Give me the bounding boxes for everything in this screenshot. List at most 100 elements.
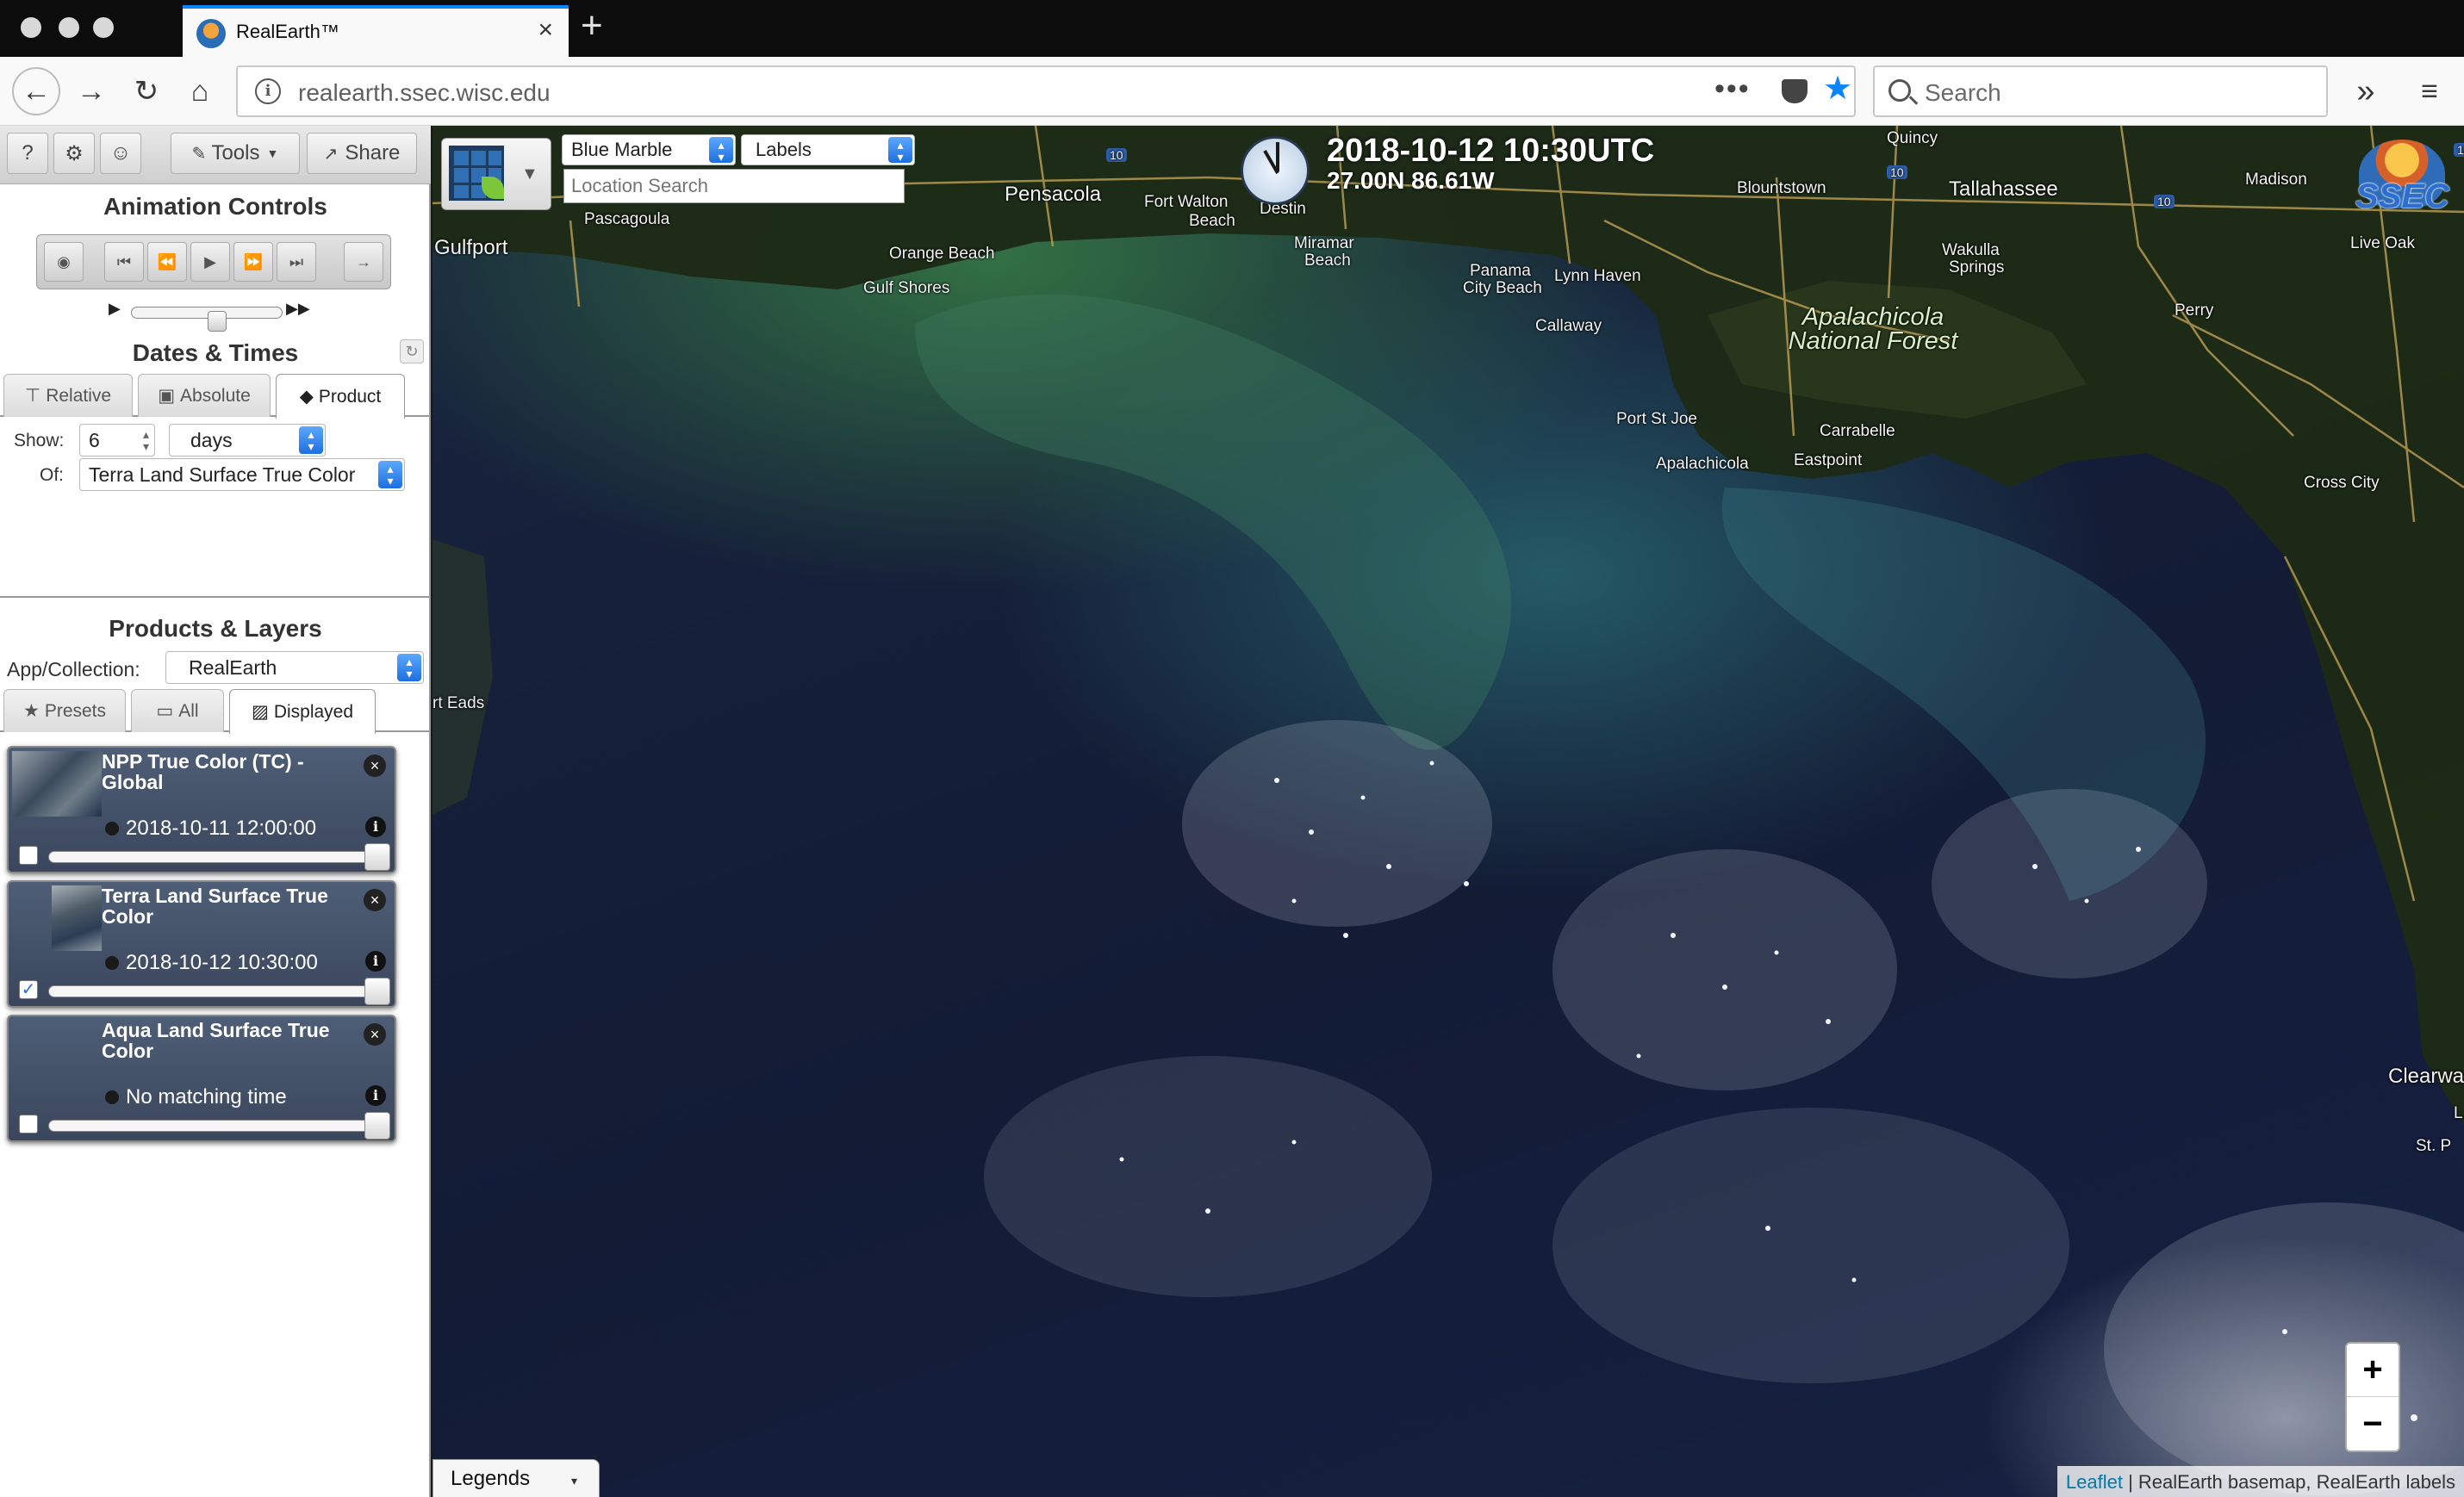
maximize-window-icon[interactable]	[93, 17, 114, 38]
layer-visibility-checkbox[interactable]	[19, 846, 38, 865]
browser-titlebar: RealEarth™ × +	[0, 0, 2464, 57]
layer-thumbnail	[52, 885, 102, 951]
play-button[interactable]: ▶	[190, 242, 230, 282]
chevron-updown-icon: ▴ ▾	[397, 654, 421, 681]
reload-button[interactable]: ↻	[126, 71, 167, 112]
info-icon[interactable]: i	[365, 951, 386, 972]
basemap-select[interactable]: Blue Marble ▴ ▾	[562, 134, 736, 165]
show-count-input[interactable]: 6 ▴ ▾	[79, 424, 155, 457]
minimize-window-icon[interactable]	[59, 17, 79, 38]
labels-select[interactable]: Labels ▴ ▾	[741, 134, 915, 165]
tab-all[interactable]: ▭ All	[131, 689, 224, 732]
opacity-slider[interactable]	[48, 978, 390, 1005]
place-label: Cross City	[2304, 474, 2380, 492]
opacity-slider-knob[interactable]	[364, 978, 390, 1005]
place-label: Beach	[1189, 212, 1235, 230]
opacity-slider-knob[interactable]	[364, 1112, 390, 1140]
layer-time: No matching time	[105, 1085, 287, 1109]
layer-card-terra[interactable]: Terra Land Surface True Color × 2018-10-…	[7, 880, 396, 1008]
screen: RealEarth™ × + ← → ↻ ⌂ i realearth.ssec.…	[0, 0, 2464, 1497]
tools-button[interactable]: ✎ Tools ▼	[171, 133, 300, 174]
overflow-icon[interactable]: »	[2345, 71, 2386, 112]
refresh-icon[interactable]: ↻	[400, 339, 424, 363]
opacity-slider[interactable]	[48, 843, 390, 871]
speed-slider-knob[interactable]	[208, 311, 227, 332]
fast-icon: ▶▶	[286, 300, 310, 317]
layer-visibility-checkbox[interactable]: ✓	[19, 980, 38, 999]
leaflet-link[interactable]: Leaflet	[2066, 1471, 2123, 1493]
place-label: Lynn Haven	[1554, 267, 1641, 285]
page-actions-icon[interactable]: •••	[1714, 72, 1751, 106]
place-label: Quincy	[1887, 129, 1938, 147]
layer-card-npp[interactable]: NPP True Color (TC) - Global × 2018-10-1…	[7, 746, 396, 873]
location-search-input[interactable]	[563, 169, 905, 203]
opacity-slider[interactable]	[48, 1112, 390, 1140]
dates-times-tabs: ⊤ Relative ▣ Absolute ◆ Product	[0, 374, 431, 419]
opacity-slider-knob[interactable]	[364, 843, 390, 871]
layer-name: Terra Land Surface True Color	[102, 885, 328, 928]
speed-control: ▶ ▶▶	[109, 298, 315, 332]
info-icon[interactable]: i	[365, 1085, 386, 1106]
dates-times-title: Dates & Times	[132, 339, 299, 366]
tab-displayed[interactable]: ▨ Displayed	[229, 689, 376, 734]
forward-button[interactable]: →	[71, 71, 112, 112]
first-frame-button[interactable]: ⏮	[104, 242, 144, 282]
folder-icon: ▭	[156, 701, 174, 721]
remove-layer-icon[interactable]: ×	[364, 755, 386, 777]
jump-latest-button[interactable]: →	[344, 242, 383, 282]
share-button[interactable]: ↗ Share	[307, 133, 417, 174]
user-button[interactable]: ☺	[100, 133, 141, 174]
layer-visibility-checkbox[interactable]	[19, 1115, 38, 1134]
pocket-icon[interactable]	[1782, 79, 1808, 103]
last-frame-button[interactable]: ⏭	[277, 242, 316, 282]
new-tab-icon[interactable]: +	[581, 7, 603, 45]
remove-layer-icon[interactable]: ×	[364, 889, 386, 911]
bookmark-star-icon[interactable]: ★	[1823, 72, 1852, 105]
url-bar[interactable]: i realearth.ssec.wisc.edu ••• ★	[236, 65, 1856, 117]
home-button[interactable]: ⌂	[179, 71, 221, 112]
place-label: Eastpoint	[1794, 451, 1863, 469]
close-tab-icon[interactable]: ×	[538, 17, 553, 43]
chevron-updown-icon: ▴ ▾	[709, 137, 733, 163]
tab-relative[interactable]: ⊤ Relative	[3, 374, 133, 417]
zoom-in-button[interactable]: +	[2347, 1344, 2399, 1397]
chevron-down-icon: ▾	[571, 1474, 578, 1488]
map-view[interactable]: Gulfport Pascagoula Pensacola Fort Walto…	[432, 126, 2464, 1497]
tab-presets[interactable]: ★ Presets	[3, 689, 126, 732]
animation-controls-title: Animation Controls	[103, 193, 327, 220]
legends-button[interactable]: Legends ▾	[432, 1459, 600, 1497]
close-window-icon[interactable]	[21, 17, 41, 38]
info-icon[interactable]: i	[255, 78, 281, 104]
product-select[interactable]: Terra Land Surface True Color ▴ ▾	[79, 458, 405, 491]
layer-name: NPP True Color (TC) - Global	[102, 750, 304, 793]
show-count-value: 6	[89, 429, 100, 451]
tab-label: Absolute	[180, 385, 251, 406]
clock-hand	[1276, 142, 1279, 171]
time-unit-select[interactable]: days ▴ ▾	[169, 424, 326, 457]
search-bar[interactable]: Search	[1873, 65, 2328, 117]
place-label: Blountstown	[1737, 179, 1826, 197]
tag-icon: ◆	[299, 387, 314, 407]
search-placeholder: Search	[1925, 79, 2001, 106]
step-back-button[interactable]: ⏪	[147, 242, 187, 282]
zoom-out-button[interactable]: −	[2347, 1398, 2399, 1451]
hamburger-menu-icon[interactable]: ≡	[2409, 71, 2450, 112]
place-label: L	[2454, 1104, 2463, 1122]
chevron-updown-icon: ▴ ▾	[888, 137, 912, 163]
tab-absolute[interactable]: ▣ Absolute	[138, 374, 271, 417]
browser-tab[interactable]: RealEarth™ ×	[183, 5, 569, 57]
tab-product[interactable]: ◆ Product	[276, 374, 405, 419]
help-button[interactable]: ?	[7, 133, 48, 174]
collection-select[interactable]: RealEarth ▴ ▾	[165, 651, 424, 684]
speed-slider[interactable]	[131, 307, 283, 332]
info-icon[interactable]: i	[365, 817, 386, 837]
loop-button[interactable]: ◉	[44, 242, 84, 282]
share-label: Share	[345, 141, 401, 165]
remove-layer-icon[interactable]: ×	[364, 1023, 386, 1046]
back-button[interactable]: ←	[12, 67, 60, 115]
layer-card-aqua[interactable]: Aqua Land Surface True Color × No matchi…	[7, 1015, 396, 1142]
layer-switcher-button[interactable]: ▼	[441, 138, 551, 210]
step-forward-button[interactable]: ⏩	[233, 242, 273, 282]
section-divider	[0, 596, 431, 598]
settings-button[interactable]: ⚙	[53, 133, 95, 174]
